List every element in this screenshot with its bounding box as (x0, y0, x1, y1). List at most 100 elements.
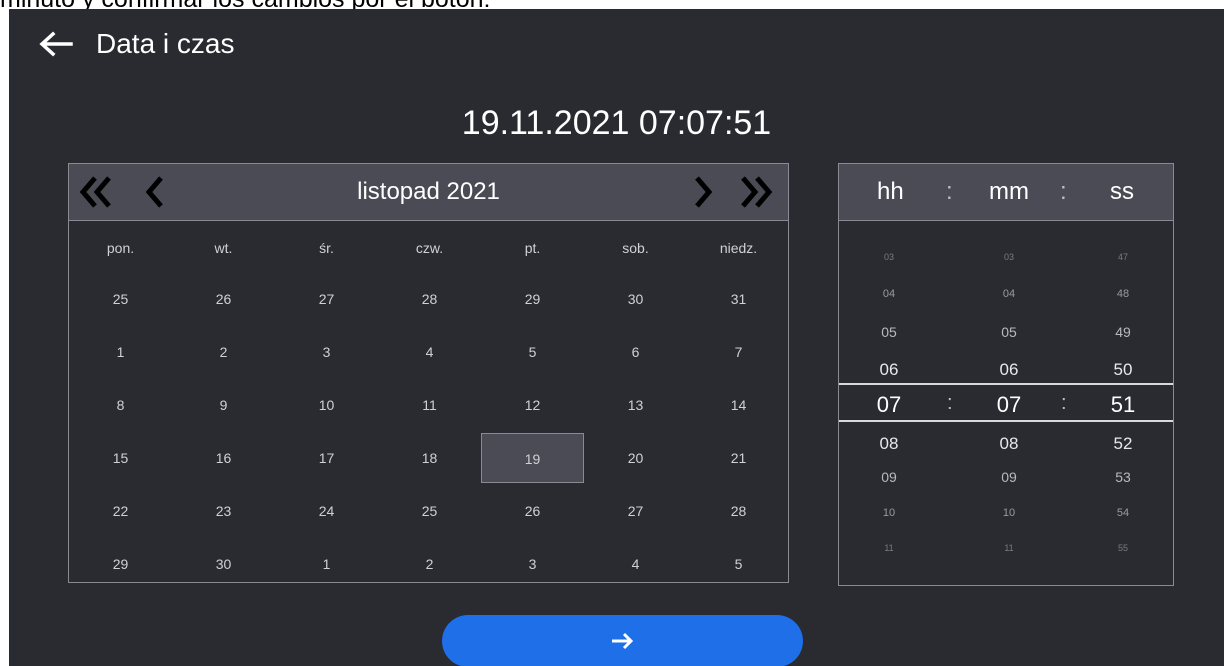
calendar-day[interactable]: 26 (172, 274, 275, 324)
minutes-value[interactable]: 08 (979, 434, 1039, 454)
calendar-day[interactable]: 30 (584, 274, 687, 324)
calendar-day[interactable]: 5 (687, 539, 790, 589)
calendar-day[interactable]: 1 (275, 539, 378, 589)
calendar-day[interactable]: 27 (275, 274, 378, 324)
calendar-day[interactable]: 6 (584, 327, 687, 377)
seconds-value[interactable]: 49 (1093, 324, 1153, 340)
calendar-day[interactable]: 28 (687, 486, 790, 536)
minutes-value[interactable]: 11 (979, 543, 1039, 553)
time-picker-header: hh : mm : ss (839, 164, 1173, 221)
hours-value[interactable]: 09 (859, 469, 919, 485)
calendar-day[interactable]: 25 (69, 274, 172, 324)
minutes-value[interactable]: 10 (979, 507, 1039, 519)
month-label: listopad 2021 (357, 178, 500, 205)
calendar-day[interactable]: 25 (378, 486, 481, 536)
hours-value[interactable]: 06 (859, 360, 919, 380)
calendar-day[interactable]: 17 (275, 433, 378, 483)
calendar-day[interactable]: 10 (275, 380, 378, 430)
calendar-day[interactable]: 4 (584, 539, 687, 589)
calendar-day[interactable]: 23 (172, 486, 275, 536)
seconds-header: ss (1110, 178, 1134, 205)
minutes-value-selected[interactable]: 07 (979, 392, 1039, 418)
next-month-button[interactable] (683, 172, 723, 212)
time-header-separator: : (946, 178, 953, 205)
arrow-right-icon (612, 632, 634, 650)
confirm-button[interactable] (442, 615, 803, 666)
weekday-label: sob. (622, 240, 649, 256)
selection-line-bottom (839, 420, 1173, 422)
weekday-label: wt. (214, 240, 233, 256)
hours-value[interactable]: 11 (859, 543, 919, 553)
calendar-day[interactable]: 30 (172, 539, 275, 589)
hours-value-selected[interactable]: 07 (859, 392, 919, 418)
double-chevron-right-icon (741, 176, 773, 208)
hours-value[interactable]: 04 (859, 288, 919, 300)
calendar-day[interactable]: 27 (584, 486, 687, 536)
seconds-value[interactable]: 52 (1093, 434, 1153, 454)
calendar-day[interactable]: 28 (378, 274, 481, 324)
calendar-day[interactable]: 29 (69, 539, 172, 589)
calendar-day[interactable]: 15 (69, 433, 172, 483)
time-separator: : (1061, 392, 1067, 414)
date-time-screen: Data i czas 19.11.2021 07:07:51 listopad… (9, 9, 1224, 666)
weekday-label: czw. (415, 240, 444, 256)
calendar-day[interactable]: 7 (687, 327, 790, 377)
calendar-day[interactable]: 22 (69, 486, 172, 536)
calendar-day[interactable]: 2 (172, 327, 275, 377)
calendar-day[interactable]: 3 (481, 539, 584, 589)
seconds-value[interactable]: 50 (1093, 360, 1153, 380)
minutes-value[interactable]: 03 (979, 252, 1039, 262)
minutes-value[interactable]: 05 (979, 324, 1039, 340)
arrow-left-icon (39, 31, 73, 57)
current-datetime: 19.11.2021 07:07:51 (461, 104, 772, 142)
calendar-day[interactable]: 13 (584, 380, 687, 430)
calendar-day[interactable]: 16 (172, 433, 275, 483)
time-header-separator: : (1060, 178, 1067, 205)
calendar-day[interactable]: 18 (378, 433, 481, 483)
calendar-day[interactable]: 9 (172, 380, 275, 430)
seconds-value[interactable]: 55 (1093, 543, 1153, 553)
hours-value[interactable]: 10 (859, 507, 919, 519)
calendar-day[interactable]: 3 (275, 327, 378, 377)
calendar-header: listopad 2021 (69, 164, 788, 221)
page-title: Data i czas (96, 28, 235, 59)
time-picker-panel: hh : mm : ss 03 04 05 06 07 08 09 10 11 03 04 05 06 0… (838, 163, 1174, 586)
seconds-value[interactable]: 54 (1093, 507, 1153, 519)
calendar-day[interactable]: 11 (378, 380, 481, 430)
calendar-day[interactable]: 29 (481, 274, 584, 324)
weekday-label: pt. (524, 240, 541, 256)
calendar-day[interactable]: 31 (687, 274, 790, 324)
seconds-value[interactable]: 53 (1093, 469, 1153, 485)
next-year-button[interactable] (735, 172, 775, 212)
calendar-panel: listopad 2021 pon. wt. śr. czw. pt. sob.… (68, 163, 789, 583)
calendar-day[interactable]: 2 (378, 539, 481, 589)
calendar-day[interactable]: 8 (69, 380, 172, 430)
minutes-header: mm (989, 178, 1029, 205)
calendar-day[interactable]: 5 (481, 327, 584, 377)
calendar-day[interactable]: 24 (275, 486, 378, 536)
time-separator: : (947, 392, 953, 414)
hours-header: hh (877, 178, 904, 205)
calendar-day[interactable]: 20 (584, 433, 687, 483)
hours-value[interactable]: 05 (859, 324, 919, 340)
minutes-value[interactable]: 06 (979, 360, 1039, 380)
calendar-day[interactable]: 14 (687, 380, 790, 430)
calendar-day[interactable]: 12 (481, 380, 584, 430)
back-button[interactable] (37, 29, 73, 59)
calendar-day[interactable]: 4 (378, 327, 481, 377)
selection-line-top (839, 383, 1173, 385)
minutes-value[interactable]: 04 (979, 288, 1039, 300)
hours-value[interactable]: 08 (859, 434, 919, 454)
calendar-day[interactable]: 1 (69, 327, 172, 377)
hours-value[interactable]: 03 (859, 252, 919, 262)
weekday-label: niedz. (719, 240, 758, 256)
calendar-day[interactable]: 21 (687, 433, 790, 483)
seconds-value[interactable]: 47 (1093, 252, 1153, 262)
weekday-label: pon. (106, 240, 135, 256)
seconds-value[interactable]: 48 (1093, 288, 1153, 300)
minutes-value[interactable]: 09 (979, 469, 1039, 485)
seconds-value-selected[interactable]: 51 (1093, 392, 1153, 418)
calendar-day-selected[interactable]: 19 (481, 433, 584, 483)
weekday-label: śr. (319, 240, 334, 256)
calendar-day[interactable]: 26 (481, 486, 584, 536)
